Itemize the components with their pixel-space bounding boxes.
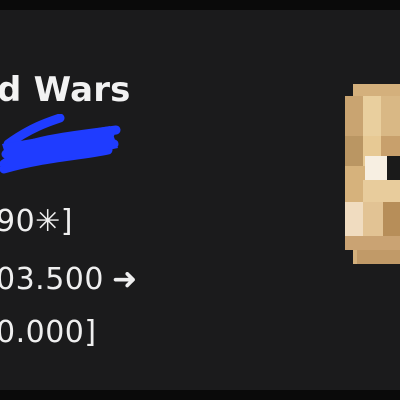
game-mode-title: d Wars bbox=[0, 70, 131, 110]
target-value: 0.000] bbox=[0, 315, 97, 350]
redaction-scribble bbox=[0, 114, 121, 174]
player-head-icon bbox=[345, 84, 400, 264]
stat-line-progress: 03.500 ➜ bbox=[0, 262, 138, 297]
level-value: 90✳] bbox=[0, 204, 74, 239]
screenshot-frame: d Wars 90✳] 03.500 ➜ 0.000] bbox=[0, 0, 400, 400]
progress-value: 03.500 bbox=[0, 262, 104, 297]
right-arrow-icon: ➜ bbox=[111, 262, 138, 297]
stat-line-level: 90✳] bbox=[0, 204, 73, 239]
stats-card: d Wars 90✳] 03.500 ➜ 0.000] bbox=[0, 10, 400, 390]
stat-line-target: 0.000] bbox=[0, 315, 97, 350]
